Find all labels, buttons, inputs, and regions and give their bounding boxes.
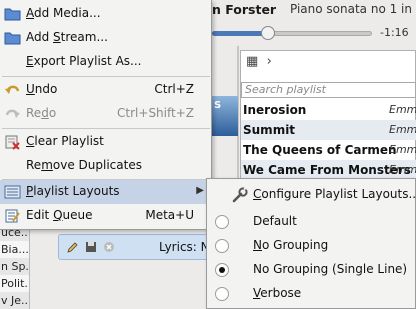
- menu-item-label: Verbose: [253, 286, 302, 300]
- menu-separator: [2, 128, 210, 129]
- undo-icon: [5, 85, 20, 94]
- menu-item-add-media[interactable]: Add Media...: [0, 2, 212, 26]
- playlist-row[interactable]: We Came From Monsters Emme: [241, 160, 416, 180]
- playlist-row-title: Summit: [243, 123, 296, 137]
- menu-item-label: Redo: [26, 106, 57, 120]
- edit-icon[interactable]: [67, 241, 79, 253]
- playlist-nav-icons[interactable]: ▦ ›: [246, 54, 272, 69]
- layout-option-verbose[interactable]: Verbose: [207, 282, 415, 306]
- layout-option-no-grouping-single-line[interactable]: No Grouping (Single Line): [207, 258, 415, 282]
- playlist-row-title: The Queens of Carmen: [243, 143, 397, 157]
- playlist-row[interactable]: The Queens of Carmen Emme: [241, 140, 416, 160]
- chevron-right-icon[interactable]: ›: [267, 54, 272, 69]
- list-item[interactable]: Bia...: [0, 241, 29, 258]
- playlist-row[interactable]: Inerosion Emme: [241, 100, 416, 120]
- menu-item-export-playlist[interactable]: Export Playlist As...: [0, 50, 212, 74]
- menu-item-add-stream[interactable]: Add Stream...: [0, 26, 212, 50]
- folder-icon: [4, 8, 21, 21]
- list-item[interactable]: Polit...: [0, 275, 29, 292]
- menu-item-label: No Grouping (Single Line): [253, 262, 408, 276]
- radio-button-checked[interactable]: [215, 263, 229, 277]
- seek-slider[interactable]: [212, 26, 372, 40]
- menu-item-shortcut: Meta+U: [145, 208, 194, 222]
- playlist-context-menu: Add Media... Add Stream... Export Playli…: [0, 0, 212, 230]
- lyrics-applet-header: Lyrics: N: [58, 234, 218, 260]
- menu-item-shortcut: Ctrl+Z: [154, 82, 194, 96]
- menu-item-shortcut: Ctrl+Shift+Z: [117, 106, 194, 120]
- close-icon[interactable]: [103, 241, 115, 253]
- menu-item-label: Default: [253, 214, 297, 228]
- edit-queue-icon: [5, 209, 20, 223]
- layout-option-default[interactable]: Default: [207, 210, 415, 234]
- menu-item-label: Clear Playlist: [26, 134, 104, 148]
- menu-item-redo[interactable]: Redo Ctrl+Shift+Z: [0, 102, 212, 126]
- menu-item-label: No Grouping: [253, 238, 329, 252]
- radio-button[interactable]: [215, 287, 229, 301]
- menu-item-label: Playlist Layouts: [26, 184, 120, 198]
- menu-item-label: Edit Queue: [26, 208, 93, 222]
- playlist-layouts-submenu: Configure Playlist Layouts... Default No…: [206, 178, 416, 309]
- seek-handle[interactable]: [261, 26, 275, 40]
- menu-item-edit-queue[interactable]: Edit Queue Meta+U: [0, 204, 212, 228]
- radio-button[interactable]: [215, 239, 229, 253]
- playlist-row-title: Inerosion: [243, 103, 307, 117]
- wrench-icon: [232, 187, 248, 203]
- menu-item-label: Configure Playlist Layouts...: [253, 187, 416, 201]
- menu-item-label: Export Playlist As...: [26, 54, 142, 68]
- album-art: S: [212, 96, 238, 136]
- folder-icon: [4, 32, 21, 45]
- grid-icon[interactable]: ▦: [246, 54, 258, 69]
- redo-icon: [5, 109, 20, 118]
- menu-item-label: Add Media...: [26, 6, 101, 20]
- radio-button[interactable]: [215, 215, 229, 229]
- layouts-icon: [4, 185, 21, 199]
- menu-item-undo[interactable]: Undo Ctrl+Z: [0, 78, 212, 102]
- menu-item-playlist-layouts[interactable]: Playlist Layouts ▶: [0, 180, 212, 204]
- menu-item-clear-playlist[interactable]: Clear Playlist: [0, 130, 212, 154]
- playlist-row-artist: Emme: [389, 123, 416, 136]
- clear-playlist-icon: [5, 135, 20, 150]
- menu-item-label: Remove Duplicates: [26, 158, 142, 172]
- save-icon[interactable]: [85, 241, 97, 253]
- seek-progress: [212, 31, 268, 36]
- menu-item-configure-layouts[interactable]: Configure Playlist Layouts...: [207, 183, 416, 207]
- menu-item-remove-duplicates[interactable]: Remove Duplicates: [0, 154, 212, 178]
- now-playing-artist: n Forster: [212, 2, 277, 17]
- list-item[interactable]: n Sp...: [0, 258, 29, 275]
- search-playlist-input[interactable]: Search playlist: [241, 82, 416, 98]
- playlist-row-artist: Emme: [389, 103, 416, 116]
- time-remaining: -1:16: [380, 26, 409, 39]
- menu-item-label: Undo: [26, 82, 58, 96]
- playlist-row-artist: Emme: [389, 143, 416, 156]
- chevron-right-icon: ▶: [196, 185, 204, 196]
- list-item[interactable]: v Je...: [0, 292, 29, 309]
- lyrics-label: Lyrics: N: [159, 240, 210, 254]
- layout-option-no-grouping[interactable]: No Grouping: [207, 234, 415, 258]
- now-playing-track: Piano sonata no 1 in: [290, 2, 412, 16]
- collection-list: uce... Bia... n Sp... Polit... v Je...: [0, 224, 30, 309]
- playlist-row[interactable]: Summit Emme: [241, 120, 416, 140]
- playlist-row-artist: Emme: [389, 163, 416, 176]
- playlist-row-title: We Came From Monsters: [243, 163, 411, 177]
- menu-item-label: Add Stream...: [26, 30, 108, 44]
- menu-separator: [2, 76, 210, 77]
